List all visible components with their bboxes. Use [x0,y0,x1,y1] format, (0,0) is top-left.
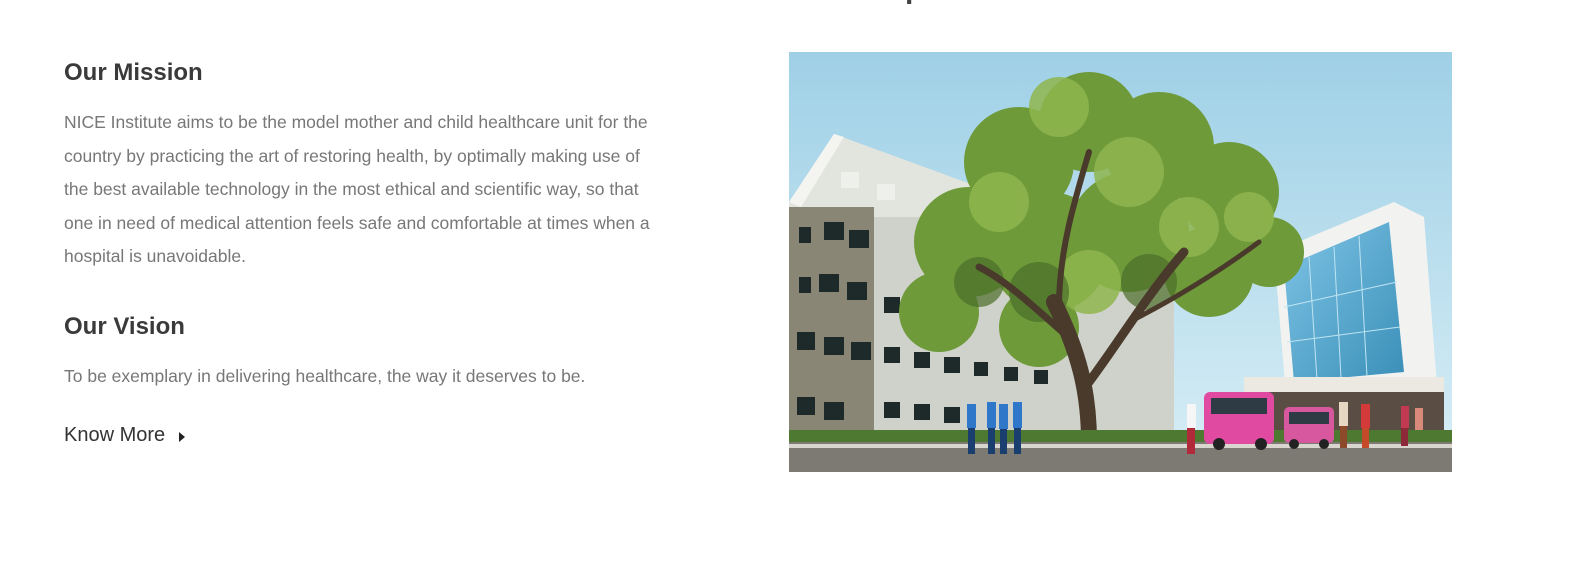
mission-text: NICE Institute aims to be the model moth… [64,112,650,266]
mission-title: Our Mission [64,59,203,86]
hospital-building-photo [789,52,1452,472]
mission-vision-column: Our Mission NICE Institute aims to be th… [64,58,664,447]
section-heading-fragment: p [905,0,923,6]
vision-title: Our Vision [64,312,185,340]
caret-right-icon [179,431,186,442]
know-more-label: Know More [64,424,166,446]
vision-text: To be exemplary in delivering healthcare… [64,365,586,386]
know-more-link[interactable]: Know More [64,424,186,447]
